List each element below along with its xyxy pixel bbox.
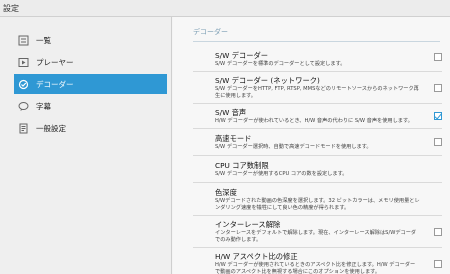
- general-settings-icon: [18, 123, 29, 134]
- sidebar-item-list[interactable]: 一覧: [14, 30, 167, 50]
- sidebar-item-label: 字幕: [36, 101, 51, 111]
- sw-audio-checkbox[interactable]: [434, 112, 442, 120]
- setting-title: 高速モード: [215, 134, 252, 143]
- setting-description: S/Wデコードされた動画の色深度を選択します。32 ビットカラーは、メモリ使用量…: [215, 198, 420, 211]
- sw-decoder-network-checkbox[interactable]: [434, 83, 442, 92]
- list-icon: [18, 35, 29, 46]
- setting-fast-mode[interactable]: 高速モード S/W デコーダー選択時、自動で高速デコードモードを使用します。: [193, 129, 442, 156]
- setting-title: S/W デコーダー (ネットワーク): [215, 76, 320, 85]
- subtitle-icon: [18, 101, 29, 112]
- sidebar: 一覧 プレーヤー デコーダー 字幕 一般設定: [0, 17, 172, 274]
- fast-mode-checkbox[interactable]: [434, 138, 442, 146]
- sidebar-item-label: 一覧: [36, 35, 51, 45]
- setting-description: インターレースをデフォルトで解除します。現在、インターレース解除はS/Wデコーダ…: [215, 230, 417, 243]
- sidebar-item-label: プレーヤー: [36, 57, 74, 67]
- sidebar-item-general[interactable]: 一般設定: [14, 118, 167, 138]
- setting-sw-decoder[interactable]: S/W デコーダー S/W デコーダーを標準のデコーダーとして設定します。: [193, 42, 442, 72]
- sidebar-item-subtitle[interactable]: 字幕: [14, 96, 167, 116]
- sidebar-item-label: デコーダー: [36, 79, 74, 89]
- player-icon: [18, 57, 29, 68]
- setting-description: S/W デコーダーをHTTP, FTP, RTSP, MMSなどのリモートソース…: [215, 86, 419, 99]
- setting-color-depth[interactable]: 色深度 S/Wデコードされた動画の色深度を選択します。32 ビットカラーは、メモ…: [193, 183, 442, 216]
- setting-cpu-core-limit[interactable]: CPU コア数制限 S/W デコーダーが使用するCPU コアの数を設定します。: [193, 156, 442, 183]
- sw-decoder-checkbox[interactable]: [434, 52, 442, 61]
- setting-title: 色深度: [215, 188, 237, 197]
- setting-title: CPU コア数制限: [215, 161, 269, 170]
- settings-panel: デコーダー S/W デコーダー S/W デコーダーを標準のデコーダーとして設定し…: [173, 17, 450, 274]
- section-header: デコーダー: [193, 27, 440, 42]
- setting-sw-audio[interactable]: S/W 音声 H/W デコーダーが使われているとき、H/W 音声の代わりに S/…: [193, 104, 442, 129]
- setting-description: S/W デコーダーが使用するCPU コアの数を設定します。: [215, 171, 348, 177]
- window-title: 設定: [0, 0, 450, 17]
- decoder-icon: [18, 79, 29, 90]
- setting-title: S/W デコーダー: [215, 51, 269, 60]
- hw-aspect-ratio-checkbox[interactable]: [434, 259, 442, 268]
- sidebar-item-label: 一般設定: [36, 123, 66, 133]
- setting-hw-aspect-ratio[interactable]: H/W アスペクト比の修正 H/W デコーダーが使用されているときのアスペクト比…: [193, 248, 442, 274]
- deinterlace-checkbox[interactable]: [434, 227, 442, 236]
- setting-title: インターレース解除: [215, 220, 281, 229]
- setting-title: H/W アスペクト比の修正: [215, 252, 298, 261]
- setting-title: S/W 音声: [215, 108, 247, 117]
- setting-description: H/W デコーダーが使用されているときのアスペクト比を修正します。H/W デコー…: [215, 262, 416, 274]
- setting-sw-decoder-network[interactable]: S/W デコーダー (ネットワーク) S/W デコーダーをHTTP, FTP, …: [193, 72, 442, 104]
- setting-description: H/W デコーダーが使われているとき、H/W 音声の代わりに S/W 音声を使用…: [215, 118, 413, 124]
- setting-description: S/W デコーダー選択時、自動で高速デコードモードを使用します。: [215, 144, 372, 150]
- sidebar-item-player[interactable]: プレーヤー: [14, 52, 167, 72]
- sidebar-item-decoder[interactable]: デコーダー: [14, 74, 167, 94]
- setting-deinterlace[interactable]: インターレース解除 インターレースをデフォルトで解除します。現在、インターレース…: [193, 216, 442, 248]
- setting-description: S/W デコーダーを標準のデコーダーとして設定します。: [215, 61, 346, 67]
